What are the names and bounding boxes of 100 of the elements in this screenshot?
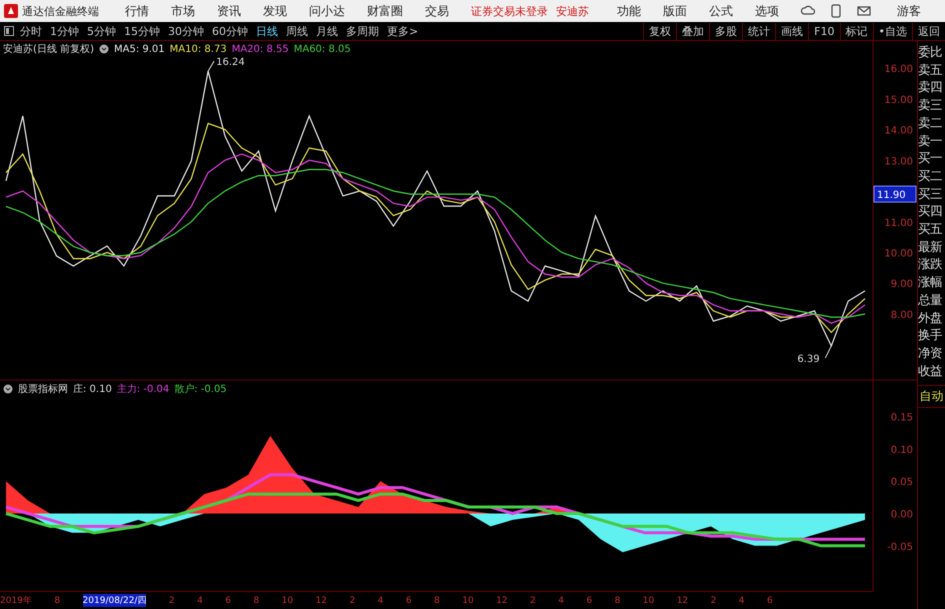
series-value: : 9.01 [136,44,165,54]
mail-icon[interactable] [857,6,871,16]
quote-field-label: 净资 [918,344,943,362]
menu-item[interactable]: 公式 [709,2,733,20]
menu-item[interactable]: 交易 [425,2,449,20]
cloud-icon[interactable] [801,5,815,17]
date-label: 4 [378,596,384,606]
series-name: MA10 [170,44,198,54]
app-title: 通达信金融终端 [22,4,99,18]
quote-field-label: 外盘 [918,308,943,326]
date-label: 4 [738,596,745,606]
menu-item[interactable]: 资讯 [217,2,241,20]
series-name: MA5 [114,44,136,54]
menu-item[interactable]: 版面 [663,2,687,20]
menu-item[interactable]: 选项 [755,2,779,20]
user-label[interactable]: 游客 [897,2,921,20]
period-tab[interactable]: 更多> [387,24,418,38]
series-value: : 8.55 [260,44,289,54]
quote-field-label: 买五 [918,220,943,238]
price-axis-label: 11.00 [884,218,913,229]
period-tab[interactable]: 分时 [20,24,42,38]
menu-item[interactable]: 问小达 [309,2,345,20]
leader-line [208,60,215,72]
series-value: : 8.05 [322,44,351,54]
period-tab[interactable]: 1分钟 [50,24,79,38]
menu-item[interactable]: 财富圈 [367,2,403,20]
quote-field-label: 买四 [918,202,943,220]
date-label: 2 [530,596,536,606]
indicator-axis-label: -0.05 [887,542,913,553]
leader-line [824,345,832,358]
period-tab[interactable]: 月线 [316,24,338,38]
price-axis-label: 10.00 [884,248,913,260]
quote-field-label: 卖三 [918,96,943,114]
date-label: 12 [316,596,328,606]
series-name: MA60 [294,44,322,54]
date-label: 6 [766,596,773,606]
quote-field-label: 涨幅 [918,273,943,291]
date-label: 2 [349,596,356,606]
date-label: 6 [225,596,232,606]
quote-field-label: 卖一 [918,132,943,150]
current-price: 11.90 [877,190,906,202]
quote-field-label: 买二 [918,166,943,185]
indicator-axis-label: 0.10 [890,444,913,456]
login-status[interactable]: 证券交易未登录 [471,4,548,18]
quote-field-label: 卖二 [918,114,943,132]
series-name: 散户 [174,382,194,396]
date-label: 4 [558,596,564,606]
period-tab[interactable]: 60分钟 [212,24,248,38]
price-axis-label: 13.00 [884,156,913,168]
date-label: 6 [586,596,592,606]
date-label: 10 [642,596,654,606]
series-value: : -0.05 [194,384,227,394]
date-label: 8 [434,596,440,606]
date-label: 12 [496,596,508,606]
date-label: 10 [462,596,474,606]
date-label: 4 [197,596,203,606]
period-tab[interactable]: 5分钟 [87,24,116,38]
period-tab[interactable]: 30分钟 [168,24,204,38]
phone-icon[interactable] [831,4,841,18]
price-axis-label: 14.00 [884,126,913,137]
date-label: 12 [676,596,688,606]
price-axis-label: 16.00 [884,64,913,76]
period-tab[interactable]: 周线 [286,24,308,38]
period-tab[interactable]: 多周期 [346,24,379,38]
menu-item[interactable]: 功能 [617,2,641,20]
indicator-axis-label: 0.05 [890,477,913,488]
quote-field-label: 卖五 [918,60,943,78]
dropdown-icon[interactable] [98,44,109,54]
logo-icon [4,4,18,18]
quote-field-label: 卖四 [918,78,943,96]
price-axis-label: 8.00 [890,310,913,321]
quote-field-label: 总量 [918,290,943,309]
menu-item[interactable]: 发现 [263,2,287,20]
quote-field-label: 换手 [918,326,943,344]
series-name: MA20 [232,44,260,54]
chart-title: 安迪苏(日线 前复权) [3,42,94,56]
series-value: : 0.10 [83,384,112,394]
indicator-axis-label: 0.15 [890,412,913,424]
quote-field-label: 买三 [918,184,943,202]
high-price-label: 16.24 [216,57,245,68]
period-tab[interactable]: 日线 [256,24,278,38]
date-label: 8 [54,596,60,606]
quote-field-label: 买一 [918,149,943,167]
indicator-title: 股票指标网 [18,382,68,396]
menu-item[interactable]: 行情 [125,2,149,20]
panel-toggle-icon[interactable] [4,26,14,36]
price-axis-label: 9.00 [890,279,913,290]
date-label: 6 [406,596,412,606]
date-label: 8 [253,596,260,606]
dropdown-icon[interactable] [3,384,13,394]
low-price-label: 6.39 [797,354,820,365]
date-label: 2 [168,596,175,606]
series-value: : 8.73 [198,44,227,54]
period-tab[interactable]: 15分钟 [124,24,160,38]
date-label: 2019/08/22/四 [82,594,146,607]
menu-item[interactable]: 市场 [171,2,195,20]
quote-field-label: 涨跌 [918,255,943,274]
auto-button[interactable]: 自动 [918,385,945,408]
date-label: 8 [614,596,620,606]
stock-name: 安迪苏 [556,4,589,18]
